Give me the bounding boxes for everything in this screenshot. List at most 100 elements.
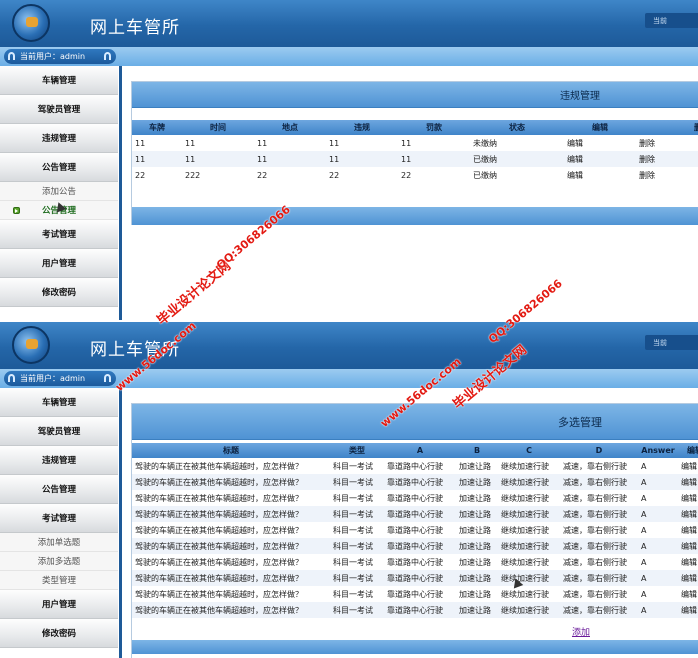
column-header: B <box>456 443 498 458</box>
menu-item-vehicles[interactable]: 车辆管理 <box>0 66 118 95</box>
cell-option-c: 继续加速行驶 <box>498 538 560 554</box>
edit-link[interactable]: 编辑 <box>678 506 698 522</box>
menu-item-announcements[interactable]: 公告管理 <box>0 153 118 182</box>
violation-table: 车牌 时间 地点 违规 罚款 状态 编辑 删除 11 11 11 11 11 <box>132 120 698 183</box>
cell-type: 科目一考试 <box>330 474 384 490</box>
cell-option-d: 减速，靠右侧行驶 <box>560 570 638 586</box>
cell-answer: A <box>638 506 678 522</box>
menu-item-change-password[interactable]: 修改密码 <box>0 619 118 648</box>
panel-title: 多选管理 <box>132 404 698 440</box>
cell-type: 科目一考试 <box>333 589 373 599</box>
table-row: 驾驶的车辆正在被其他车辆超越时，应怎样做？ 科目一考试 靠道路中心行驶 加速让路 继续加… <box>132 474 698 490</box>
table-header-row: 车牌 时间 地点 违规 罚款 状态 编辑 删除 <box>132 120 698 135</box>
cell-violation: 11 <box>329 138 340 148</box>
edit-link[interactable]: 编辑 <box>678 474 698 490</box>
menu-item-users[interactable]: 用户管理 <box>0 249 118 278</box>
cell-option-c: 继续加速行驶 <box>501 525 549 535</box>
app-header: 网上车管所 当前 <box>0 322 698 369</box>
cell-option-a: 靠道路中心行驶 <box>387 461 443 471</box>
menu-item-drivers[interactable]: 驾驶员管理 <box>0 95 118 124</box>
edit-link[interactable]: 编辑 <box>564 151 636 167</box>
edit-link[interactable]: 编辑 <box>678 538 698 554</box>
cell-location: 11 <box>254 151 326 167</box>
edit-link[interactable]: 编辑 <box>678 522 698 538</box>
cell-option-a: 靠道路中心行驶 <box>384 570 456 586</box>
cell-option-b: 加速让路 <box>456 506 498 522</box>
edit-link[interactable]: 编辑 <box>678 570 698 586</box>
column-header: 标题 <box>132 443 330 458</box>
column-header: D <box>560 443 638 458</box>
table-row: 11 11 11 11 11 已缴纳 编辑 删除 <box>132 151 698 167</box>
cell-option-d: 减速，靠右侧行驶 <box>560 602 638 618</box>
menu-item-drivers[interactable]: 驾驶员管理 <box>0 417 118 446</box>
cell-option-a: 靠道路中心行驶 <box>384 538 456 554</box>
table-row: 驾驶的车辆正在被其他车辆超越时，应怎样做？ 科目一考试 靠道路中心行驶 加速让路 继续加… <box>132 490 698 506</box>
delete-link[interactable]: 删除 <box>636 151 698 167</box>
column-header: 违规 <box>326 120 398 135</box>
column-header: 罚款 <box>398 120 470 135</box>
table-row: 驾驶的车辆正在被其他车辆超越时，应怎样做？ 科目一考试 靠道路中心行驶 加速让路 继续加… <box>132 538 698 554</box>
cell-status: 已缴纳 <box>470 151 564 167</box>
cell-fine: 22 <box>401 170 412 180</box>
cell-option-a: 靠道路中心行驶 <box>387 589 443 599</box>
cell-option-a: 靠道路中心行驶 <box>387 525 443 535</box>
edit-link[interactable]: 编辑 <box>678 602 698 618</box>
cell-title: 驾驶的车辆正在被其他车辆超越时，应怎样做？ <box>135 525 303 535</box>
current-user-label: 当前用户：admin <box>20 52 86 61</box>
cell-type: 科目一考试 <box>333 557 373 567</box>
menu-item-exams[interactable]: 考试管理 <box>0 504 118 533</box>
menu-item-violations[interactable]: 违规管理 <box>0 124 118 153</box>
submenu-add-single-choice[interactable]: 添加单选题 <box>0 533 118 552</box>
cell-fine: 11 <box>398 151 470 167</box>
cell-answer: A <box>638 474 678 490</box>
submenu-type-management[interactable]: 类型管理 <box>0 571 118 590</box>
edit-link[interactable]: 编辑 <box>678 458 698 474</box>
cell-option-c: 继续加速行驶 <box>501 589 549 599</box>
edit-link[interactable]: 编辑 <box>678 554 698 570</box>
column-header: 车牌 <box>132 120 182 135</box>
edit-link[interactable]: 编辑 <box>564 135 636 151</box>
column-header: 时间 <box>182 120 254 135</box>
cell-option-b: 加速让路 <box>459 493 491 503</box>
column-header: C <box>498 443 560 458</box>
cell-option-b: 加速让路 <box>459 525 491 535</box>
cell-fine: 11 <box>401 138 412 148</box>
hook-icon <box>8 374 15 382</box>
cell-option-d: 减速，靠右侧行驶 <box>560 506 638 522</box>
delete-link[interactable]: 删除 <box>636 135 698 151</box>
cell-option-b: 加速让路 <box>459 557 491 567</box>
edit-link[interactable]: 编辑 <box>678 586 698 602</box>
cell-option-c: 继续加速行驶 <box>501 557 549 567</box>
cell-option-d: 减速，靠右侧行驶 <box>563 461 627 471</box>
menu-item-exams[interactable]: 考试管理 <box>0 220 118 249</box>
header-tab[interactable]: 当前 <box>645 13 698 28</box>
submenu-add-announcement[interactable]: 添加公告 <box>0 182 118 201</box>
menu-item-vehicles[interactable]: 车辆管理 <box>0 388 118 417</box>
table-row: 驾驶的车辆正在被其他车辆超越时，应怎样做？ 科目一考试 靠道路中心行驶 加速让路 继续加… <box>132 602 698 618</box>
delete-link[interactable]: 删除 <box>636 167 698 183</box>
cell-answer: A <box>641 589 647 599</box>
cell-option-c: 继续加速行驶 <box>501 461 549 471</box>
current-user-label: 当前用户：admin <box>20 374 86 383</box>
cell-plate: 22 <box>135 170 146 180</box>
cell-answer: A <box>641 493 647 503</box>
hook-icon <box>104 374 111 382</box>
panel-footer <box>132 207 698 225</box>
cell-option-d: 减速，靠右侧行驶 <box>563 589 627 599</box>
edit-link[interactable]: 编辑 <box>564 167 636 183</box>
sidebar-divider <box>119 388 122 658</box>
menu-item-users[interactable]: 用户管理 <box>0 590 118 619</box>
menu-item-announcements[interactable]: 公告管理 <box>0 475 118 504</box>
menu-item-change-password[interactable]: 修改密码 <box>0 278 118 307</box>
add-question-link[interactable]: 添加 <box>572 628 590 638</box>
cell-option-d: 减速，靠右侧行驶 <box>563 525 627 535</box>
cell-type: 科目一考试 <box>330 570 384 586</box>
menu-item-violations[interactable]: 违规管理 <box>0 446 118 475</box>
table-row: 驾驶的车辆正在被其他车辆超越时，应怎样做？ 科目一考试 靠道路中心行驶 加速让路 继续加… <box>132 506 698 522</box>
violation-panel: 违规管理 车牌 时间 地点 违规 罚款 状态 编辑 删除 11 11 <box>131 81 698 225</box>
edit-link[interactable]: 编辑 <box>678 490 698 506</box>
logo-icon <box>12 326 50 364</box>
user-bar: 当前用户：admin <box>0 47 698 66</box>
submenu-add-multiple-choice[interactable]: 添加多选题 <box>0 552 118 571</box>
header-tab[interactable]: 当前 <box>645 335 698 350</box>
